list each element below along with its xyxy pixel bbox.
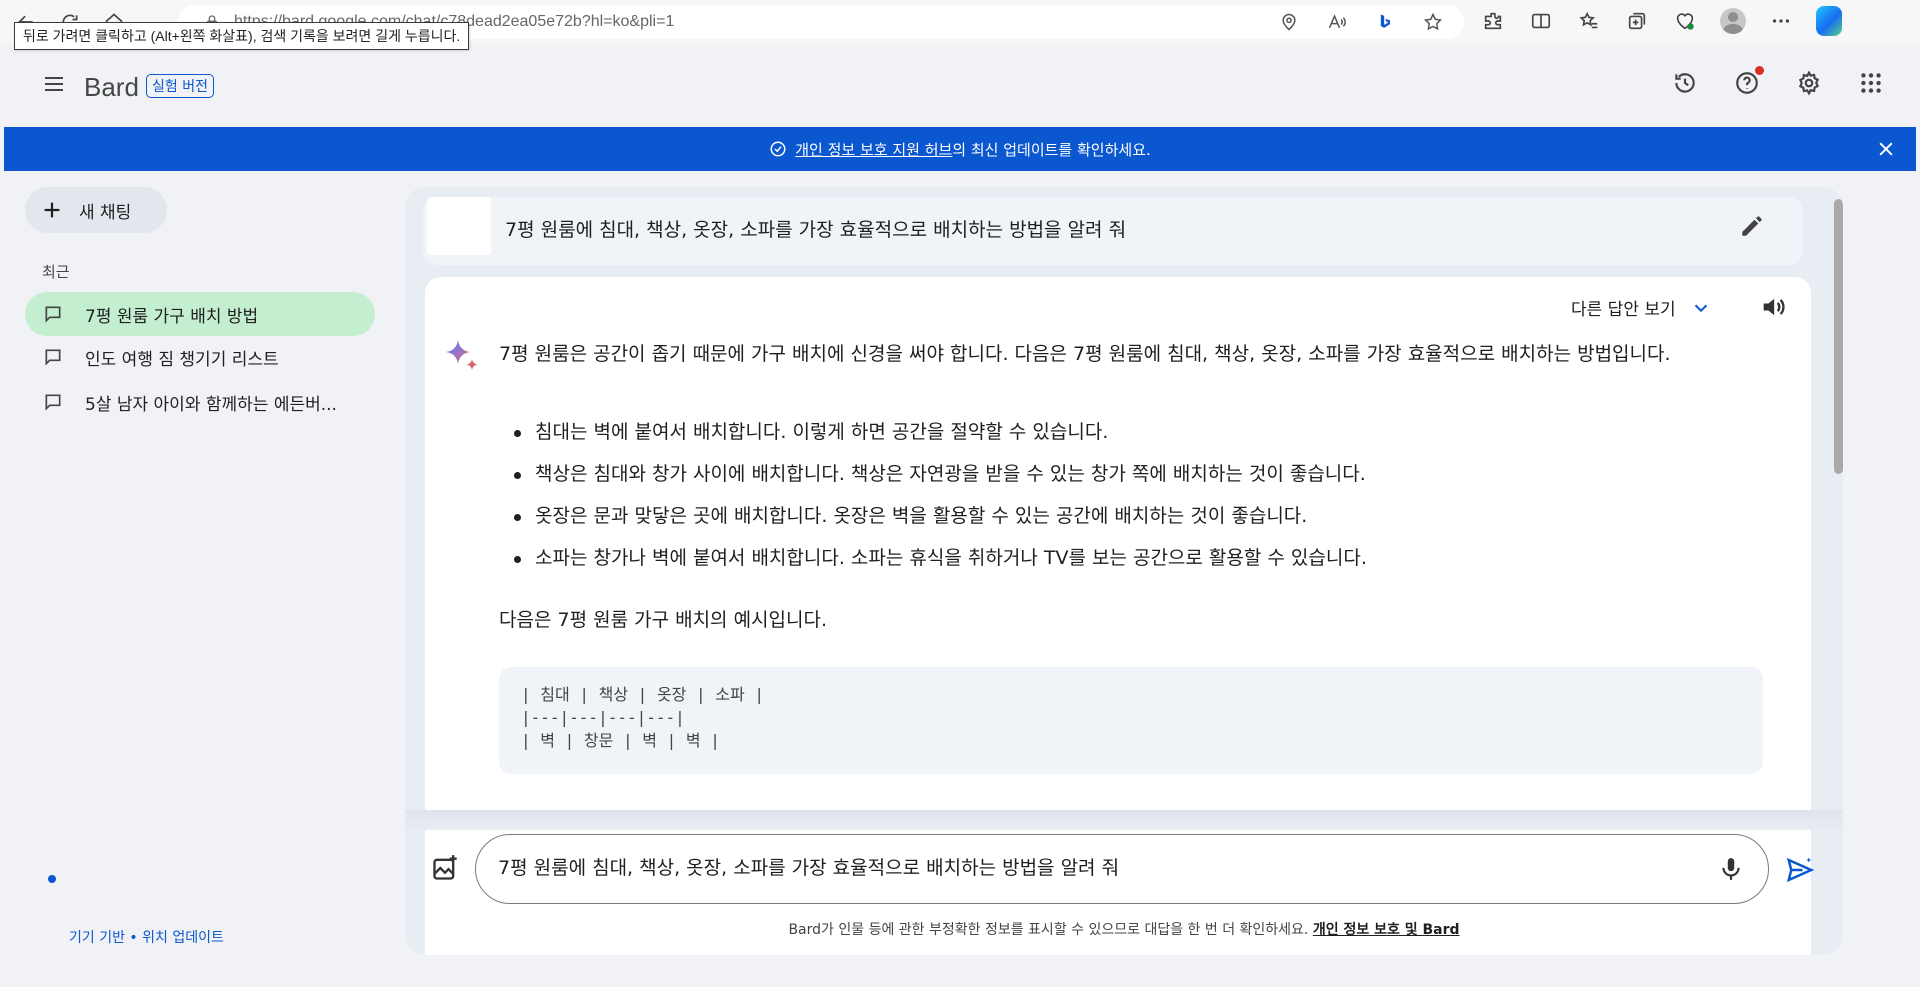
prompt-text: 7평 원룸에 침대, 책상, 옷장, 소파를 가장 효율적으로 배치하는 방법을… [505,219,1127,241]
list-item: 침대는 벽에 붙여서 배치합니다. 이렇게 하면 공간을 절약할 수 있습니다. [499,417,1789,459]
sidebar-item-label: 7평 원룸 가구 배치 방법 [85,306,259,327]
disclaimer: Bard가 인물 등에 관한 부정확한 정보를 표시할 수 있으므로 대답을 한… [405,919,1843,939]
user-prompt: 7평 원룸에 침대, 책상, 옷장, 소파를 가장 효율적으로 배치하는 방법을… [423,197,1803,265]
example-caption: 다음은 7평 원룸 가구 배치의 예시입니다. [499,609,828,631]
location-indicator [48,875,56,883]
sidebar-item-chat[interactable]: 인도 여행 짐 챙기기 리스트 [25,335,375,379]
banner-text: 의 최신 업데이트를 확인하세요. [952,140,1151,159]
sidebar-item-label: 인도 여행 짐 챙기기 리스트 [85,349,279,370]
profile-avatar[interactable] [1720,6,1746,36]
list-item: 책상은 침대와 창가 사이에 배치합니다. 책상은 자연광을 받을 수 있는 창… [499,459,1789,501]
plus-icon [44,202,60,218]
app-header: Bard 실험 버전 [4,44,1916,127]
close-icon[interactable] [1876,139,1896,159]
help-icon[interactable] [1732,66,1764,98]
scrollbar[interactable] [1833,193,1843,953]
microphone-icon[interactable] [1718,855,1744,883]
edit-pencil-icon[interactable] [1739,213,1765,239]
bing-icon[interactable] [1374,11,1396,33]
extensions-icon[interactable] [1480,6,1506,36]
chevron-down-icon [1694,304,1707,312]
response-intro: 7평 원룸은 공간이 좁기 때문에 가구 배치에 신경을 써야 합니다. 다음은… [499,343,1671,365]
verified-check-icon [770,141,786,157]
image-upload-icon[interactable] [431,854,459,882]
view-drafts-label: 다른 답안 보기 [1571,300,1676,320]
send-icon[interactable] [1785,855,1815,885]
view-drafts-button[interactable]: 다른 답안 보기 [1571,295,1712,320]
apps-icon[interactable] [1856,68,1886,98]
chat-bubble-icon [45,306,61,323]
chat-bubble-icon [45,349,61,366]
sidebar-item-chat[interactable]: 5살 남자 아이와 함께하는 에든버... [25,380,375,424]
prompt-input[interactable] [498,855,1698,877]
location-update-link[interactable]: 기기 기반 • 위치 업데이트 [69,927,224,947]
read-aloud-icon[interactable] [1326,11,1348,33]
response-bullet-list: 침대는 벽에 붙여서 배치합니다. 이렇게 하면 공간을 절약할 수 있습니다.… [499,417,1789,585]
experiment-badge: 실험 버전 [146,74,214,98]
back-button-tooltip: 뒤로 가려면 클릭하고 (Alt+왼쪽 화살표), 검색 기록을 보려면 길게 … [14,22,470,50]
split-screen-icon[interactable] [1528,6,1554,36]
sidebar-item-label: 5살 남자 아이와 함께하는 에든버... [85,394,337,415]
user-avatar [427,197,491,255]
list-item: 소파는 창가나 벽에 붙여서 배치합니다. 소파는 휴식을 취하거나 TV를 보… [499,543,1789,585]
location-permission-icon[interactable] [1278,11,1300,33]
history-icon[interactable] [1670,68,1700,98]
browser-health-icon[interactable] [1672,6,1698,36]
bard-sparkle-icon [446,340,478,370]
collections-icon[interactable] [1624,6,1650,36]
settings-icon[interactable] [1794,68,1824,98]
speaker-icon[interactable] [1759,293,1787,321]
new-chat-label: 새 채팅 [79,202,132,223]
brand-logo[interactable]: Bard [84,72,139,103]
privacy-banner: 개인 정보 보호 지원 허브 의 최신 업데이트를 확인하세요. [4,127,1916,171]
code-line: |---|---|---|---| [521,708,685,727]
code-block: | 침대 | 책상 | 옷장 | 소파 | |---|---|---|---| … [499,667,1763,774]
sidebar-item-chat[interactable]: 7평 원룸 가구 배치 방법 [25,292,375,336]
code-line: | 벽 | 창문 | 벽 | 벽 | [521,731,720,750]
list-item: 옷장은 문과 맞닿은 곳에 배치합니다. 옷장은 벽을 활용할 수 있는 공간에… [499,501,1789,543]
privacy-bard-link[interactable]: 개인 정보 보호 및 Bard [1313,922,1460,938]
main-menu-icon[interactable] [38,68,70,100]
privacy-hub-link[interactable]: 개인 정보 보호 지원 허브 [795,139,952,160]
notification-dot [1755,66,1764,75]
recent-heading: 최근 [42,263,70,281]
prompt-composer[interactable] [475,834,1769,904]
new-chat-button[interactable]: 새 채팅 [25,187,167,233]
disclaimer-text: Bard가 인물 등에 관한 부정확한 정보를 표시할 수 있으므로 대답을 한… [788,922,1313,938]
favorites-icon[interactable] [1576,6,1602,36]
code-line: | 침대 | 책상 | 옷장 | 소파 | [521,685,764,704]
copilot-icon[interactable] [1816,6,1842,36]
favorite-star-icon[interactable] [1422,11,1444,33]
more-options-icon[interactable] [1768,6,1794,36]
scrollbar-thumb[interactable] [1834,199,1843,474]
chat-panel: 7평 원룸에 침대, 책상, 옷장, 소파를 가장 효율적으로 배치하는 방법을… [405,187,1843,955]
scroll-fade [405,810,1843,830]
chat-bubble-icon [45,394,61,411]
